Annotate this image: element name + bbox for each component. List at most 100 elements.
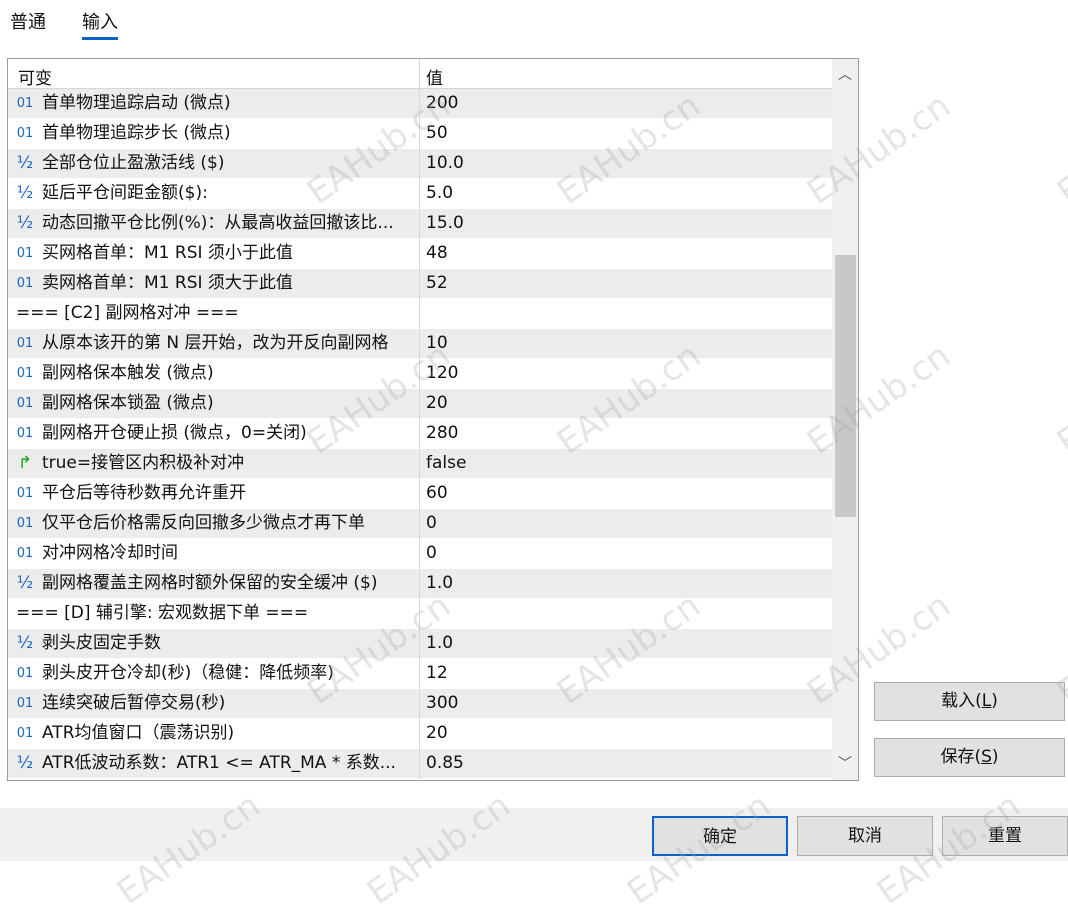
table-row[interactable]: 01 卖网格首单：M1 RSI 须大于此值 52 (8, 269, 832, 299)
column-divider (419, 419, 420, 449)
table-row[interactable]: ↱ true=接管区内积极补对冲 false (8, 449, 832, 479)
tab-general[interactable]: 普通 (10, 8, 46, 34)
integer-type-icon: 01 (16, 426, 34, 441)
row-value[interactable]: 15.0 (426, 209, 464, 238)
row-value[interactable]: 5.0 (426, 179, 453, 208)
row-value[interactable]: 300 (426, 689, 458, 718)
scroll-down-icon[interactable]: ﹀ (832, 750, 858, 778)
scroll-up-icon[interactable]: ︿ (832, 61, 858, 89)
inputs-grid: 可变 值 01 首单物理追踪启动 (微点) 200 01 首单物理追踪步长 (微点) 50… (7, 58, 859, 781)
column-divider (419, 329, 420, 359)
column-header-variable[interactable]: 可变 (18, 64, 52, 89)
double-type-icon: ½ (16, 633, 34, 653)
table-row[interactable]: ½ ATR低波动系数：ATR1 <= ATR_MA * 系数... 0.85 (8, 749, 832, 779)
save-button-label: 保存( (940, 747, 982, 767)
save-button[interactable]: 保存(S) (874, 738, 1065, 777)
table-row[interactable]: 01 对冲网格冷却时间 0 (8, 539, 832, 569)
row-name: 副网格覆盖主网格时额外保留的安全缓冲 ($) (42, 573, 378, 593)
cancel-button[interactable]: 取消 (797, 816, 933, 856)
integer-type-icon: 01 (16, 396, 34, 411)
row-name: 副网格保本锁盈 (微点) (42, 393, 214, 413)
table-row[interactable]: === [D] 辅引擎: 宏观数据下单 === (8, 599, 832, 629)
table-row[interactable]: 01 买网格首单：M1 RSI 须小于此值 48 (8, 239, 832, 269)
table-row[interactable]: ½ 剥头皮固定手数 1.0 (8, 629, 832, 659)
row-value[interactable]: 10 (426, 329, 448, 358)
table-row[interactable]: ½ 延后平仓间距金额($): 5.0 (8, 179, 832, 209)
integer-type-icon: 01 (16, 126, 34, 141)
table-row[interactable]: 01 首单物理追踪启动 (微点) 200 (8, 89, 832, 119)
table-row[interactable]: ½ 全部仓位止盈激活线 ($) 10.0 (8, 149, 832, 179)
tab-inputs[interactable]: 输入 (82, 8, 118, 34)
column-divider (419, 599, 420, 629)
column-divider (419, 659, 420, 689)
column-divider (419, 299, 420, 329)
column-divider[interactable] (419, 59, 420, 89)
column-divider (419, 569, 420, 599)
active-tab-indicator (82, 37, 118, 40)
column-divider (419, 359, 420, 389)
integer-type-icon: 01 (16, 486, 34, 501)
load-button[interactable]: 载入(L) (874, 682, 1065, 721)
scroll-thumb[interactable] (835, 255, 856, 517)
table-row[interactable]: ½ 动态回撤平仓比例(%)：从最高收益回撤该比... 15.0 (8, 209, 832, 239)
row-name: 卖网格首单：M1 RSI 须大于此值 (42, 273, 293, 293)
integer-type-icon: 01 (16, 96, 34, 111)
load-button-close: ) (991, 691, 998, 711)
row-value[interactable]: 20 (426, 719, 448, 748)
table-row[interactable]: ½ 副网格覆盖主网格时额外保留的安全缓冲 ($) 1.0 (8, 569, 832, 599)
vertical-scrollbar[interactable]: ︿ ﹀ (832, 59, 858, 780)
row-value[interactable]: 20 (426, 389, 448, 418)
row-name: 仅平仓后价格需反向回撤多少微点才再下单 (42, 513, 365, 533)
column-divider (419, 269, 420, 299)
table-row[interactable]: 01 副网格保本锁盈 (微点) 20 (8, 389, 832, 419)
row-value[interactable]: false (426, 449, 466, 478)
row-name: === [C2] 副网格对冲 === (16, 303, 239, 323)
column-divider (419, 119, 420, 149)
load-accelerator: L (981, 691, 992, 711)
table-row[interactable]: 01 仅平仓后价格需反向回撤多少微点才再下单 0 (8, 509, 832, 539)
row-name: ATR低波动系数：ATR1 <= ATR_MA * 系数... (42, 753, 396, 773)
row-value[interactable]: 0.85 (426, 749, 464, 778)
row-value[interactable]: 280 (426, 419, 458, 448)
row-name: 剥头皮开仓冷却(秒)（稳健：降低频率) (42, 663, 334, 683)
row-name: 首单物理追踪步长 (微点) (42, 123, 231, 143)
ok-button[interactable]: 确定 (652, 816, 788, 856)
row-value[interactable]: 1.0 (426, 629, 453, 658)
table-row[interactable]: 01 副网格保本触发 (微点) 120 (8, 359, 832, 389)
row-value[interactable]: 1.0 (426, 569, 453, 598)
row-value[interactable]: 0 (426, 539, 437, 568)
column-divider (419, 389, 420, 419)
row-value[interactable]: 120 (426, 359, 458, 388)
row-value[interactable]: 52 (426, 269, 448, 298)
save-accelerator: S (981, 747, 992, 767)
row-value[interactable]: 200 (426, 89, 458, 118)
table-row[interactable]: 01 平仓后等待秒数再允许重开 60 (8, 479, 832, 509)
table-row[interactable]: 01 首单物理追踪步长 (微点) 50 (8, 119, 832, 149)
row-value[interactable]: 0 (426, 509, 437, 538)
column-header-value[interactable]: 值 (426, 64, 443, 89)
column-divider (419, 449, 420, 479)
table-row[interactable]: 01 ATR均值窗口（震荡识别) 20 (8, 719, 832, 749)
column-divider (419, 689, 420, 719)
reset-button[interactable]: 重置 (942, 816, 1068, 856)
table-row[interactable]: === [C2] 副网格对冲 === (8, 299, 832, 329)
integer-type-icon: 01 (16, 366, 34, 381)
row-name: 副网格保本触发 (微点) (42, 363, 214, 383)
row-value[interactable]: 50 (426, 119, 448, 148)
table-row[interactable]: 01 连续突破后暂停交易(秒) 300 (8, 689, 832, 719)
integer-type-icon: 01 (16, 546, 34, 561)
row-name: === [D] 辅引擎: 宏观数据下单 === (16, 603, 309, 623)
row-name: 买网格首单：M1 RSI 须小于此值 (42, 243, 293, 263)
table-row[interactable]: 01 从原本该开的第 N 层开始，改为开反向副网格 10 (8, 329, 832, 359)
row-name: 连续突破后暂停交易(秒) (42, 693, 226, 713)
row-value[interactable]: 48 (426, 239, 448, 268)
column-divider (419, 539, 420, 569)
row-value[interactable]: 10.0 (426, 149, 464, 178)
row-name: 对冲网格冷却时间 (42, 543, 178, 563)
row-value[interactable]: 12 (426, 659, 448, 688)
row-value[interactable]: 60 (426, 479, 448, 508)
load-button-label: 载入( (941, 691, 982, 711)
table-row[interactable]: 01 剥头皮开仓冷却(秒)（稳健：降低频率) 12 (8, 659, 832, 689)
grid-header: 可变 值 (8, 59, 832, 89)
table-row[interactable]: 01 副网格开仓硬止损 (微点，0=关闭) 280 (8, 419, 832, 449)
